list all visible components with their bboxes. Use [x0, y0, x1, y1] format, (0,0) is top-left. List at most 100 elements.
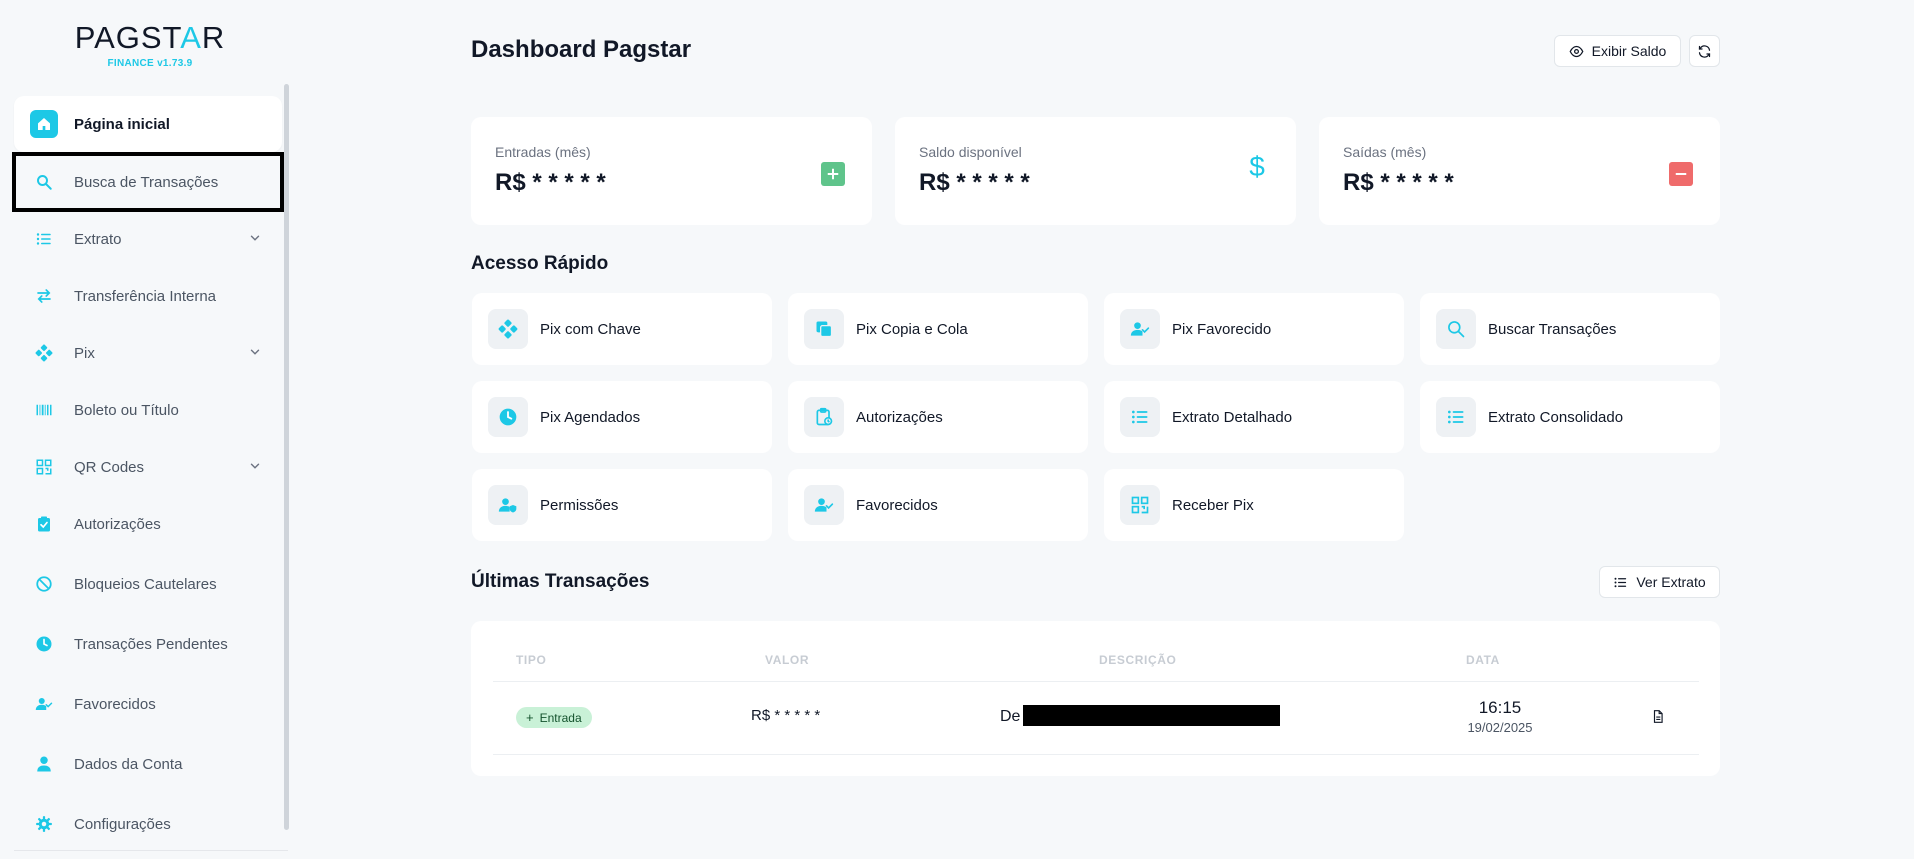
clipboard-clock-icon: [804, 397, 844, 437]
user-check-icon: [1120, 309, 1160, 349]
sidebar-item-precautionary-blocks[interactable]: Bloqueios Cautelares: [14, 556, 282, 612]
column-header-value: VALOR: [765, 653, 810, 667]
chevron-down-icon[interactable]: [248, 459, 262, 478]
sidebar-item-statement[interactable]: Extrato: [14, 211, 282, 267]
sidebar-item-pix[interactable]: Pix: [14, 325, 282, 381]
quick-pix-copy-paste[interactable]: Pix Copia e Cola: [788, 293, 1088, 365]
sidebar-item-boleto[interactable]: Boleto ou Título: [14, 382, 282, 438]
sidebar-item-settings[interactable]: Configurações: [14, 796, 282, 852]
time-cell: 16:15: [1478, 698, 1522, 717]
description-cell: De: [1000, 708, 1021, 725]
pix-icon: [488, 309, 528, 349]
transactions-title: Últimas Transações: [471, 571, 650, 592]
list-icon: [1613, 575, 1628, 590]
chevron-down-icon[interactable]: [248, 231, 262, 250]
dollar-icon: $: [1249, 151, 1265, 182]
sidebar-item-label: QR Codes: [74, 458, 145, 476]
plus-icon: [821, 162, 845, 186]
qr-icon: [1120, 485, 1160, 525]
search-icon: [30, 168, 58, 196]
block-icon: [30, 570, 58, 598]
sidebar-item-transaction-search[interactable]: Busca de Transações: [12, 152, 284, 212]
view-statement-button[interactable]: Ver Extrato: [1599, 566, 1720, 598]
quick-label: Pix Copia e Cola: [856, 320, 968, 338]
copy-icon: [804, 309, 844, 349]
user-shield-icon: [488, 485, 528, 525]
column-header-description: DESCRIÇÃO: [1099, 653, 1177, 667]
user-check-icon: [804, 485, 844, 525]
header-divider: [493, 681, 1699, 682]
stat-card-available-balance: Saldo disponível R$ * * * * * $: [895, 117, 1296, 225]
sidebar-item-authorizations[interactable]: Autorizações: [14, 496, 282, 552]
row-divider: [493, 754, 1699, 755]
transactions-table: TIPO VALOR DESCRIÇÃO DATA + Entrada R$ *…: [471, 621, 1720, 776]
eye-icon: [1569, 44, 1584, 59]
quick-search-transactions[interactable]: Buscar Transações: [1420, 293, 1720, 365]
quick-label: Permissões: [540, 496, 619, 514]
clock-icon: [488, 397, 528, 437]
stat-label: Entradas (mês): [495, 144, 591, 160]
clipboard-check-icon: [30, 510, 58, 538]
pix-icon: [30, 339, 58, 367]
quick-label: Extrato Consolidado: [1488, 408, 1624, 426]
quick-label: Autorizações: [856, 408, 943, 426]
quick-label: Favorecidos: [856, 496, 938, 514]
sidebar-divider: [14, 850, 288, 851]
home-icon: [30, 110, 58, 138]
quick-authorizations[interactable]: Autorizações: [788, 381, 1088, 453]
quick-pix-beneficiary[interactable]: Pix Favorecido: [1104, 293, 1404, 365]
redaction-bar: [1023, 705, 1280, 726]
quick-detailed-statement[interactable]: Extrato Detalhado: [1104, 381, 1404, 453]
stat-label: Saídas (mês): [1343, 144, 1427, 160]
sidebar-item-label: Transações Pendentes: [74, 635, 228, 653]
clock-icon: [30, 630, 58, 658]
list-icon: [1436, 397, 1476, 437]
quick-pix-key[interactable]: Pix com Chave: [472, 293, 772, 365]
sidebar-item-label: Busca de Transações: [74, 173, 219, 191]
sidebar-scrollbar[interactable]: [284, 84, 289, 830]
sidebar-item-beneficiaries[interactable]: Favorecidos: [14, 676, 282, 732]
transfer-icon: [30, 282, 58, 310]
qr-icon: [30, 453, 58, 481]
sidebar-item-label: Transferência Interna: [74, 287, 217, 305]
plus-icon: +: [526, 710, 534, 725]
refresh-icon: [1697, 44, 1712, 59]
barcode-icon: [30, 396, 58, 424]
show-balance-button[interactable]: Exibir Saldo: [1554, 35, 1681, 67]
user-icon: [30, 750, 58, 778]
user-check-icon: [30, 690, 58, 718]
stat-value: R$ * * * * *: [495, 169, 606, 196]
view-statement-label: Ver Extrato: [1636, 574, 1706, 590]
column-header-date: DATA: [1466, 653, 1500, 667]
quick-permissions[interactable]: Permissões: [472, 469, 772, 541]
document-icon[interactable]: [1651, 709, 1665, 724]
quick-beneficiaries[interactable]: Favorecidos: [788, 469, 1088, 541]
sidebar-item-label: Boleto ou Título: [74, 401, 179, 419]
brand-logo: PAGSTAR FINANCE v1.73.9: [0, 20, 300, 69]
quick-receive-pix[interactable]: Receber Pix: [1104, 469, 1404, 541]
quick-scheduled-pix[interactable]: Pix Agendados: [472, 381, 772, 453]
sidebar-item-pending-transactions[interactable]: Transações Pendentes: [14, 616, 282, 672]
refresh-button[interactable]: [1689, 35, 1720, 67]
chevron-down-icon[interactable]: [248, 345, 262, 364]
quick-label: Buscar Transações: [1488, 320, 1617, 338]
stat-card-expenses: Saídas (mês) R$ * * * * *: [1319, 117, 1720, 225]
sidebar-item-home[interactable]: Página inicial: [14, 96, 282, 152]
brand-version: FINANCE v1.73.9: [107, 58, 193, 69]
quick-label: Receber Pix: [1172, 496, 1254, 514]
quick-label: Pix Agendados: [540, 408, 641, 426]
page-title: Dashboard Pagstar: [471, 36, 692, 63]
sidebar-item-qr-codes[interactable]: QR Codes: [14, 439, 282, 495]
value-cell: R$ * * * * *: [751, 707, 821, 724]
stat-value: R$ * * * * *: [919, 169, 1030, 196]
sidebar-item-label: Extrato: [74, 230, 122, 248]
column-header-type: TIPO: [516, 653, 547, 667]
quick-consolidated-statement[interactable]: Extrato Consolidado: [1420, 381, 1720, 453]
sidebar-item-label: Configurações: [74, 815, 171, 833]
show-balance-label: Exibir Saldo: [1591, 43, 1667, 59]
sidebar-item-label: Pix: [74, 344, 95, 362]
list-icon: [1120, 397, 1160, 437]
date-cell: 19/02/2025: [1467, 720, 1533, 735]
sidebar-item-account-data[interactable]: Dados da Conta: [14, 736, 282, 792]
sidebar-item-internal-transfer[interactable]: Transferência Interna: [14, 268, 282, 324]
